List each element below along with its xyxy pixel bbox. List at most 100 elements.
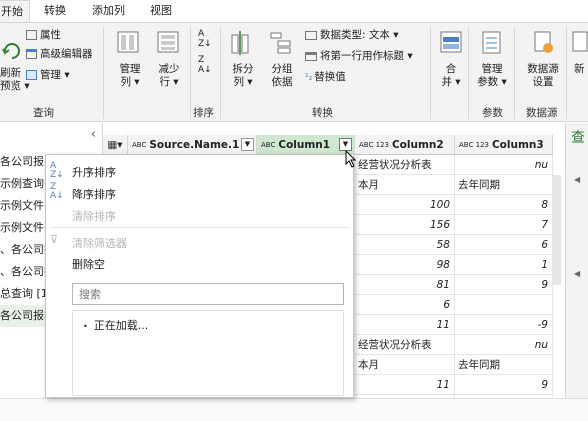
table-menu-icon[interactable]: ▦▾: [103, 135, 128, 155]
clear-filter-icon: ⊽: [50, 233, 59, 246]
grid-cell[interactable]: 本月: [355, 355, 455, 375]
ribbon-divider: [514, 27, 515, 119]
combine-button[interactable]: 合并 ▾: [440, 63, 462, 89]
grid-cell[interactable]: 58: [355, 235, 455, 255]
grid-cell[interactable]: [455, 295, 553, 315]
collapse-panel-icon[interactable]: ‹: [91, 127, 96, 142]
ribbon-divider: [468, 27, 469, 119]
reduce-rows-button[interactable]: 减少行 ▾: [155, 63, 183, 89]
expand-arrow-icon[interactable]: ◀: [574, 269, 580, 278]
grid-cell[interactable]: 去年同期: [455, 355, 553, 375]
manage-columns-button[interactable]: 管理列 ▾: [116, 63, 144, 89]
status-bar: [0, 398, 588, 421]
tab-view[interactable]: 视图: [144, 0, 178, 22]
group-datasource-label: 数据源: [526, 107, 558, 119]
grid-cell[interactable]: 6: [355, 295, 455, 315]
query-settings-label[interactable]: 查: [571, 127, 585, 147]
query-settings-panel: 查 ◀ ◀: [565, 123, 588, 398]
grid-cell[interactable]: 经营状况分析表: [355, 155, 455, 175]
sort-ascending-icon: A Z↓: [50, 161, 64, 180]
grid-cell[interactable]: 1: [455, 255, 553, 275]
column-filter-menu: AZ↓ 升序排序 ZA↓ 降序排序 清除排序 ⊽ 清除筛选器 删除空 •正在加载…: [45, 154, 354, 398]
advanced-editor-button[interactable]: 高级编辑器: [26, 48, 93, 61]
group-by-icon: [270, 32, 291, 54]
data-source-settings-button[interactable]: 数据源 设置: [522, 63, 564, 89]
grid-cell[interactable]: nu: [455, 155, 553, 175]
menu-bar: 开始 转换 添加列 视图: [0, 0, 588, 22]
sort-descending-item[interactable]: 降序排序: [72, 186, 116, 202]
properties-icon: [26, 30, 37, 40]
combine-icon: [440, 31, 462, 53]
new-source-icon: [572, 31, 588, 52]
sort-descending-ribbon-icon[interactable]: Z A↓: [198, 55, 212, 75]
clear-sort-item: 清除排序: [72, 210, 116, 223]
sort-ascending-item[interactable]: 升序排序: [72, 164, 116, 180]
group-parameters-label: 参数: [482, 107, 503, 119]
grid-cell[interactable]: 11: [355, 375, 455, 395]
menu-separator: [50, 227, 350, 228]
expand-arrow-icon[interactable]: ◀: [574, 175, 580, 184]
any-type-icon: ABC 123: [359, 140, 389, 149]
sort-ascending-ribbon-icon[interactable]: A Z↓: [198, 29, 212, 49]
ribbon-divider: [103, 27, 104, 119]
group-query-label: 查询: [33, 107, 54, 119]
grid-cell[interactable]: 7: [455, 215, 553, 235]
data-type-icon: [305, 30, 317, 40]
use-first-row-as-headers-button[interactable]: 将第一行用作标题 ▾: [305, 50, 413, 63]
tab-add-column[interactable]: 添加列: [86, 0, 131, 22]
column-header-column3[interactable]: ABC 123 Column3: [455, 135, 553, 155]
any-type-icon: ABC 123: [459, 140, 489, 149]
grid-cell[interactable]: 去年同期: [455, 175, 553, 195]
loading-text: • 正在加载...: [83, 319, 149, 332]
search-input[interactable]: [72, 283, 344, 305]
column-header-column2[interactable]: ABC 123 Column2: [355, 135, 455, 155]
new-source-button[interactable]: 新: [574, 63, 585, 76]
column-header-source-name[interactable]: ABC Source.Name.1 ▼: [128, 135, 257, 155]
split-column-button[interactable]: 拆分列 ▾: [230, 63, 256, 89]
column-header-column1[interactable]: ABC Column1 ▼: [257, 135, 355, 155]
text-type-icon: ABC: [261, 140, 276, 149]
ribbon: 刷新 预览 ▾ 属性 高级编辑器 管理 ▾ 查询 管理列 ▾ 减少行 ▾ A Z↓ …: [0, 22, 588, 122]
grid-cell[interactable]: 9: [455, 275, 553, 295]
grid-cell[interactable]: 11: [355, 315, 455, 335]
group-transform-label: 转换: [312, 107, 333, 119]
grid-cell[interactable]: 经营状况分析表: [355, 335, 455, 355]
group-by-button[interactable]: 分组 依据: [268, 63, 296, 89]
manage-button[interactable]: 管理 ▾: [26, 69, 70, 82]
text-type-icon: ABC: [132, 140, 147, 149]
data-type-dropdown[interactable]: 数据类型: 文本 ▾: [305, 29, 398, 42]
remove-empty-item[interactable]: 删除空: [72, 256, 105, 272]
grid-cell[interactable]: 100: [355, 195, 455, 215]
grid-cell[interactable]: nu: [455, 335, 553, 355]
ribbon-divider: [566, 27, 567, 119]
spinner-icon: •: [83, 322, 88, 331]
filter-dropdown-icon[interactable]: ▼: [241, 138, 254, 151]
grid-cell[interactable]: 本月: [355, 175, 455, 195]
ribbon-divider: [220, 27, 221, 119]
grid-cell[interactable]: 81: [355, 275, 455, 295]
grid-cell[interactable]: 156: [355, 215, 455, 235]
vertical-scrollbar[interactable]: [553, 175, 561, 285]
refresh-icon: [2, 43, 20, 59]
ribbon-divider: [190, 27, 191, 119]
properties-button[interactable]: 属性: [26, 29, 61, 42]
tab-transform[interactable]: 转换: [38, 0, 72, 22]
grid-cell[interactable]: 8: [455, 195, 553, 215]
manage-parameters-button[interactable]: 管理 参数 ▾: [476, 63, 508, 89]
clear-filter-item: 清除筛选器: [72, 237, 127, 250]
mouse-cursor-icon: [345, 150, 357, 168]
ribbon-divider: [430, 27, 431, 119]
grid-cell[interactable]: 6: [455, 235, 553, 255]
grid-cell[interactable]: 98: [355, 255, 455, 275]
sort-descending-icon: Z A↓: [50, 182, 64, 201]
grid-cell[interactable]: -9: [455, 315, 553, 335]
split-column-icon: [231, 31, 249, 55]
manage-columns-icon: [117, 31, 139, 53]
replace-values-button[interactable]: ¹₂ 替换值: [305, 71, 346, 85]
manage-icon: [26, 70, 37, 80]
grid-cell[interactable]: 9: [455, 375, 553, 395]
data-source-settings-icon: [534, 31, 553, 53]
values-list: • 正在加载...: [72, 310, 344, 396]
replace-values-icon: ¹₂: [305, 73, 313, 83]
tab-home[interactable]: 开始: [0, 0, 30, 22]
